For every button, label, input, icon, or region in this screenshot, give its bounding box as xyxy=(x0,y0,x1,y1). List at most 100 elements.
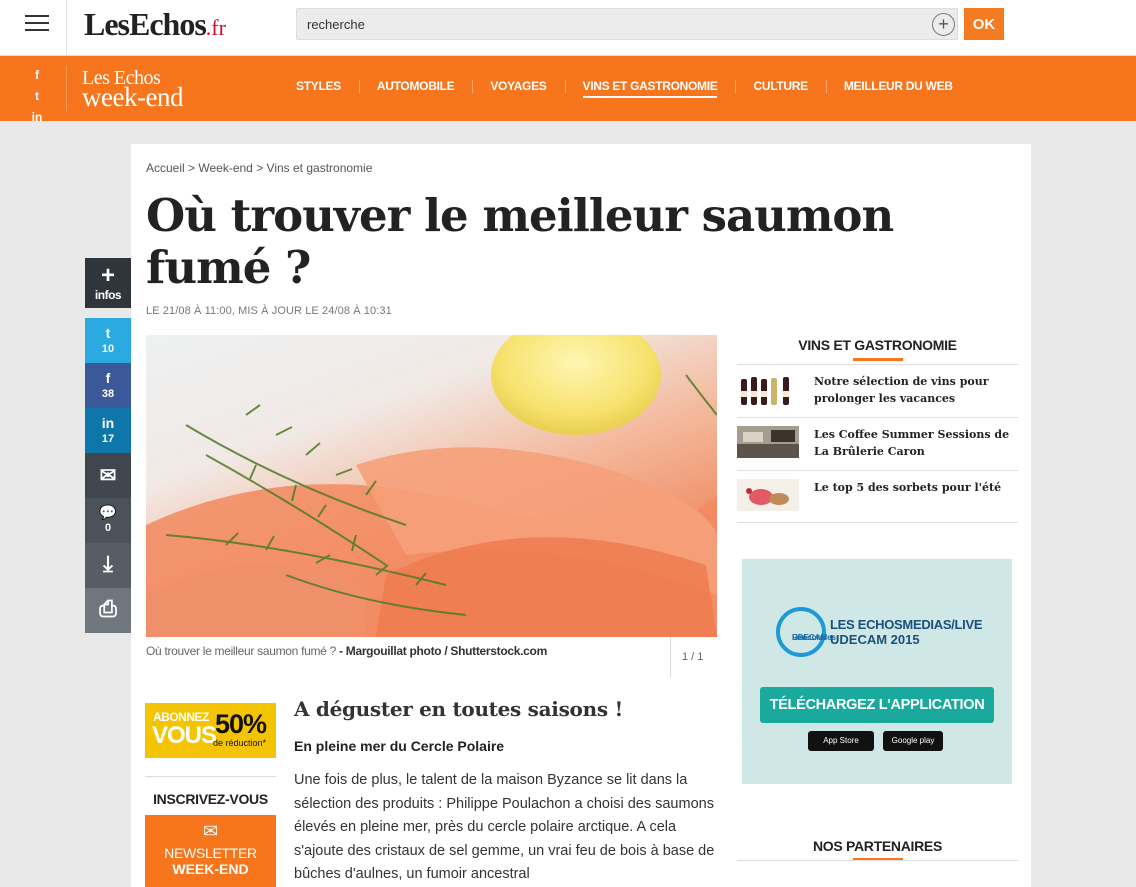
sidebar-article-title: Les Coffee Summer Sessions de La Brûleri… xyxy=(814,428,1010,458)
email-share-button[interactable]: ✉ xyxy=(85,453,131,498)
divider xyxy=(737,860,1018,861)
ad-title: LES ECHOSMEDIAS/LIVE xyxy=(830,617,983,632)
nav-label: VOYAGES xyxy=(490,79,547,93)
nav-label: MEILLEUR DU WEB xyxy=(843,79,953,93)
sidebar-heading[interactable]: VINS ET GASTRONOMIE xyxy=(737,337,1018,361)
nav-culture[interactable]: CULTURE xyxy=(735,77,825,97)
article-body: Une fois de plus, le talent de la maison… xyxy=(294,772,715,882)
sidebar-heading-text: VINS ET GASTRONOMIE xyxy=(798,337,957,353)
sidebar-article-title: Le top 5 des sorbets pour l'été xyxy=(814,481,1002,494)
smoked-salmon-photo xyxy=(146,335,717,637)
sorbet-thumbnail xyxy=(737,479,799,511)
weekend-logo[interactable]: Les Echos week-end xyxy=(82,68,183,111)
les-echos-logo[interactable]: LesEchos.fr xyxy=(84,6,226,43)
caption-credit: - Margouillat photo / Shutterstock.com xyxy=(339,644,547,658)
sidebar-article[interactable]: Le top 5 des sorbets pour l'été xyxy=(737,479,1018,519)
breadcrumb: Accueil > Week-end > Vins et gastronomie xyxy=(146,161,372,175)
search-ok-button[interactable]: OK xyxy=(964,8,1004,40)
cafe-thumbnail xyxy=(737,426,799,458)
plus-icon: + xyxy=(100,262,115,289)
twitter-count: 10 xyxy=(101,343,115,355)
google-play-badge[interactable]: Google play xyxy=(883,731,943,751)
nav-label: AUTOMOBILE xyxy=(376,79,455,93)
linkedin-icon: in xyxy=(101,415,115,431)
download-icon: ⤓ xyxy=(103,551,113,576)
sidebar-article[interactable]: Notre sélection de vins pour prolonger l… xyxy=(737,373,1018,413)
promo-line2: VOUS xyxy=(152,722,217,749)
top-bar: LesEchos.fr + OK xyxy=(0,0,1136,56)
partners-heading: NOS PARTENAIRES xyxy=(737,838,1018,861)
linkedin-icon[interactable]: in xyxy=(30,107,44,128)
facebook-icon[interactable]: f xyxy=(30,65,44,86)
comments-count: 0 xyxy=(104,522,112,534)
newsletter-signup-button[interactable]: ✉ NEWSLETTER WEEK-END xyxy=(145,815,276,887)
divider xyxy=(737,470,1018,471)
print-icon: ⎙ xyxy=(99,596,117,621)
breadcrumb-separator: > xyxy=(252,161,267,175)
article-section-heading: En pleine mer du Cercle Polaire xyxy=(294,738,505,754)
breadcrumb-accueil[interactable]: Accueil xyxy=(146,161,185,175)
twitter-icon: t xyxy=(105,325,111,341)
add-circle-icon[interactable]: + xyxy=(932,13,955,36)
share-rail: + infos t 10 f 38 in 17 ✉ 💬 0 ⤓ ⎙ xyxy=(85,258,131,633)
subscribe-promo-banner[interactable]: ABONNEZ VOUS 50% de réduction* xyxy=(145,703,276,758)
search-input[interactable] xyxy=(297,9,897,39)
app-store-badge[interactable]: App Store xyxy=(808,731,874,751)
divider xyxy=(737,417,1018,418)
weekend-logo-line2: week-end xyxy=(82,82,183,112)
comments-button[interactable]: 💬 0 xyxy=(85,498,131,543)
nav-vins-et-gastronomie[interactable]: VINS ET GASTRONOMIE xyxy=(564,77,736,98)
download-button[interactable]: ⤓ xyxy=(85,543,131,588)
twitter-share-button[interactable]: t 10 xyxy=(85,318,131,363)
twitter-icon[interactable]: t xyxy=(30,86,44,107)
ad-download-button[interactable]: TÉLÉCHARGEZ L'APPLICATION xyxy=(760,687,994,723)
logo-text: LesEchos xyxy=(84,6,207,42)
caption-text: Où trouver le meilleur saumon fumé ? xyxy=(146,644,336,658)
breadcrumb-week-end[interactable]: Week-end xyxy=(198,161,252,175)
promo-reduction: de réduction* xyxy=(213,738,267,748)
facebook-share-button[interactable]: f 38 xyxy=(85,363,131,408)
nav-label: STYLES xyxy=(296,79,341,93)
section-nav: STYLES AUTOMOBILE VOYAGES VINS ET GASTRO… xyxy=(278,77,971,98)
more-info-label: infos xyxy=(94,288,122,302)
logo-suffix: .fr xyxy=(205,15,226,40)
more-info-button[interactable]: + infos xyxy=(85,258,131,308)
newsletter-heading: INSCRIVEZ-VOUS xyxy=(153,791,268,807)
promo-percent: 50% xyxy=(215,709,267,739)
linkedin-share-button[interactable]: in 17 xyxy=(85,408,131,453)
article-subheading: A déguster en toutes saisons ! xyxy=(294,697,623,721)
article-hero-image[interactable] xyxy=(146,335,717,637)
nav-styles[interactable]: STYLES xyxy=(278,77,359,97)
udecam-app-ad[interactable]: Les Rencontres UDECAM LES ECHOSMEDIAS/LIVE… xyxy=(742,559,1012,784)
article-dateline: LE 21/08 À 11:00, MIS À JOUR LE 24/08 À … xyxy=(146,305,392,317)
nav-voyages[interactable]: VOYAGES xyxy=(472,77,564,97)
breadcrumb-separator: > xyxy=(184,161,199,175)
article-title: Où trouver le meilleur saumon fumé ? xyxy=(146,189,894,294)
facebook-count: 38 xyxy=(101,388,115,400)
divider xyxy=(66,66,67,111)
divider xyxy=(737,364,1018,365)
nav-automobile[interactable]: AUTOMOBILE xyxy=(358,77,472,97)
linkedin-count: 17 xyxy=(101,433,115,445)
mail-icon: ✉ xyxy=(99,465,117,487)
divider xyxy=(737,522,1018,523)
udecam-logo: Les Rencontres UDECAM xyxy=(776,607,836,657)
ad-subtitle: UDECAM 2015 xyxy=(830,632,920,647)
divider xyxy=(670,637,671,677)
facebook-icon: f xyxy=(105,370,111,386)
envelope-icon: ✉ xyxy=(202,821,219,841)
newsletter-line2: WEEK-END xyxy=(172,861,249,877)
newsletter-line1: NEWSLETTER xyxy=(164,845,257,861)
heading-underline xyxy=(852,358,903,361)
breadcrumb-vins[interactable]: Vins et gastronomie xyxy=(267,161,373,175)
weekend-nav-bar: f t in Les Echos week-end STYLES AUTOMOB… xyxy=(0,56,1136,124)
menu-icon[interactable] xyxy=(25,15,49,35)
sidebar-article[interactable]: Les Coffee Summer Sessions de La Brûleri… xyxy=(737,426,1018,466)
print-button[interactable]: ⎙ xyxy=(85,588,131,633)
nav-label: VINS ET GASTRONOMIE xyxy=(582,79,718,98)
nav-label: CULTURE xyxy=(753,79,808,93)
image-caption: Où trouver le meilleur saumon fumé ? - M… xyxy=(146,644,547,658)
search-box: + xyxy=(296,8,958,40)
nav-meilleur-du-web[interactable]: MEILLEUR DU WEB xyxy=(825,77,971,97)
sidebar-article-title: Notre sélection de vins pour prolonger l… xyxy=(814,375,989,405)
